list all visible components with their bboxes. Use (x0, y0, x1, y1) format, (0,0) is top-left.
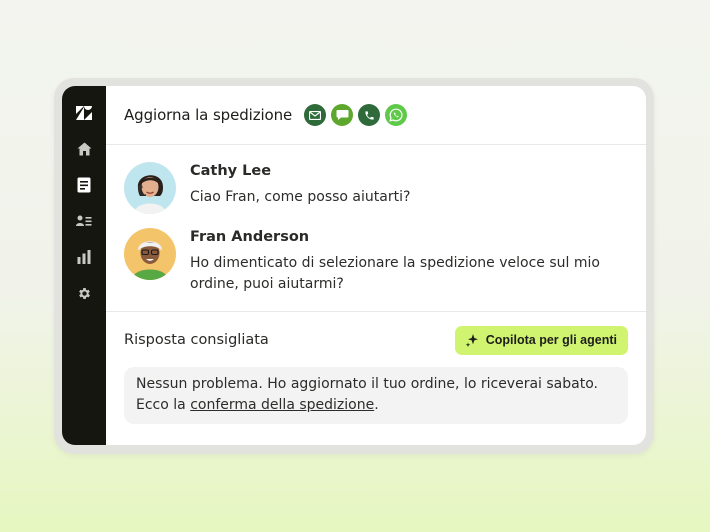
avatar-fran-anderson (124, 228, 176, 280)
ticket-title: Aggiorna la spedizione (124, 106, 293, 124)
main-panel: Aggiorna la spedizione Cathy Lee Ciao Fr… (106, 86, 646, 445)
ticket-header: Aggiorna la spedizione (106, 86, 646, 145)
message-text: Ho dimenticato di selezionare la spedizi… (190, 255, 600, 292)
message-agent: Cathy Lee Ciao Fran, come posso aiutarti… (124, 162, 628, 214)
avatar-cathy-lee (124, 162, 176, 214)
tickets-icon[interactable] (62, 167, 106, 203)
sparkle-icon (465, 334, 478, 347)
message-customer: Fran Anderson Ho dimenticato di selezion… (124, 228, 628, 295)
sender-name: Fran Anderson (190, 229, 310, 245)
reply-end: . (374, 397, 379, 413)
suggested-reply-title: Risposta consigliata (124, 332, 269, 348)
conversation: Cathy Lee Ciao Fran, come posso aiutarti… (106, 145, 646, 312)
copilot-label: Copilota per gli agenti (485, 333, 617, 347)
contacts-icon[interactable] (62, 203, 106, 239)
sidebar (62, 86, 106, 445)
sender-name: Cathy Lee (190, 163, 272, 179)
zendesk-logo-icon[interactable] (62, 95, 106, 131)
shipping-confirmation-link[interactable]: conferma della spedizione (190, 397, 374, 413)
whatsapp-icon[interactable] (385, 104, 408, 126)
phone-icon[interactable] (358, 104, 381, 126)
copilot-button[interactable]: Copilota per gli agenti (454, 325, 628, 355)
suggested-reply-text[interactable]: Nessun problema. Ho aggiornato il tuo or… (124, 367, 628, 424)
home-icon[interactable] (62, 131, 106, 167)
suggested-reply-panel: Risposta consigliata Copilota per gli ag… (106, 312, 646, 424)
agent-workspace-window: Aggiorna la spedizione Cathy Lee Ciao Fr… (62, 86, 646, 445)
reporting-icon[interactable] (62, 239, 106, 275)
message-text: Ciao Fran, come posso aiutarti? (190, 189, 411, 205)
chat-icon[interactable] (331, 104, 354, 126)
settings-icon[interactable] (62, 275, 106, 311)
email-icon[interactable] (304, 104, 327, 126)
